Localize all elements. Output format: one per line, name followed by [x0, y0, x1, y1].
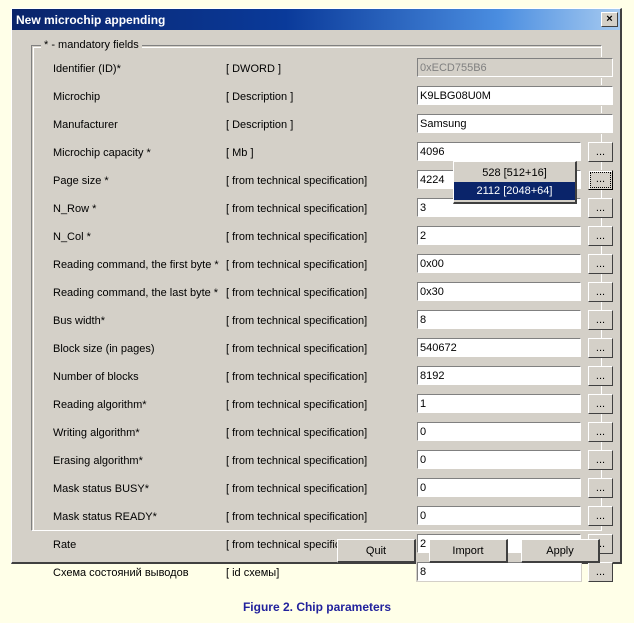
- dialog-button-bar: Quit Import Apply: [12, 539, 620, 565]
- field-row: Reading command, the last byte * [ from t…: [32, 281, 613, 309]
- field-label: Mask status BUSY*: [53, 483, 149, 495]
- dialog-window: New microchip appending × * - mandatory …: [11, 8, 622, 582]
- field-row: Reading algorithm* [ from technical speci…: [32, 393, 613, 421]
- field-label: Mask status READY*: [53, 511, 157, 523]
- field-label: Reading algorithm*: [53, 399, 147, 411]
- field-input[interactable]: [416, 225, 582, 246]
- field-unit-hint: [ from technical specification]: [226, 455, 368, 467]
- browse-ellipsis-button[interactable]: ...: [588, 254, 613, 274]
- field-label: Microchip capacity *: [53, 147, 151, 159]
- field-row: Bus width* [ from technical specification…: [32, 309, 613, 337]
- browse-ellipsis-button[interactable]: ...: [588, 170, 613, 190]
- field-label: Number of blocks: [53, 371, 139, 383]
- field-input[interactable]: [416, 309, 582, 330]
- field-input[interactable]: [416, 85, 614, 106]
- field-label: Manufacturer: [53, 119, 118, 131]
- field-row: Reading command, the first byte * [ from …: [32, 253, 613, 281]
- field-input[interactable]: [416, 421, 582, 442]
- field-input[interactable]: [416, 393, 582, 414]
- browse-ellipsis-button[interactable]: ...: [588, 478, 613, 498]
- field-unit-hint: [ from technical specification]: [226, 343, 368, 355]
- field-row: Mask status BUSY* [ from technical specif…: [32, 477, 613, 505]
- field-input[interactable]: [416, 337, 582, 358]
- field-unit-hint: [ from technical specification]: [226, 175, 368, 187]
- field-input[interactable]: [416, 449, 582, 470]
- field-input[interactable]: [416, 365, 582, 386]
- field-row: N_Col * [ from technical specification]..…: [32, 225, 613, 253]
- field-unit-hint: [ Description ]: [226, 119, 294, 131]
- field-row: Writing algorithm* [ from technical speci…: [32, 421, 613, 449]
- browse-ellipsis-button[interactable]: ...: [588, 226, 613, 246]
- field-unit-hint: [ from technical specification]: [226, 399, 368, 411]
- field-label: Writing algorithm*: [53, 427, 140, 439]
- field-row: Erasing algorithm* [ from technical speci…: [32, 449, 613, 477]
- field-unit-hint: [ from technical specification]: [226, 371, 368, 383]
- field-label: Схема состояний выводов: [53, 567, 189, 579]
- field-unit-hint: [ DWORD ]: [226, 63, 281, 75]
- field-label: Page size *: [53, 175, 109, 187]
- field-input[interactable]: [416, 141, 582, 162]
- browse-ellipsis-button[interactable]: ...: [588, 142, 613, 162]
- field-input: [416, 57, 614, 78]
- field-row: Mask status READY* [ from technical speci…: [32, 505, 613, 533]
- figure-caption: Figure 2. Chip parameters: [242, 600, 392, 614]
- field-unit-hint: [ Description ]: [226, 91, 294, 103]
- field-label: Bus width*: [53, 315, 105, 327]
- field-label: N_Col *: [53, 231, 91, 243]
- import-button[interactable]: Import: [429, 539, 508, 563]
- browse-ellipsis-button[interactable]: ...: [588, 310, 613, 330]
- field-label: Identifier (ID)*: [53, 63, 121, 75]
- page-size-dropdown-list[interactable]: 528 [512+16] 2112 [2048+64]: [453, 161, 577, 204]
- field-unit-hint: [ from technical specification]: [226, 231, 368, 243]
- field-label: Reading command, the first byte *: [53, 259, 219, 271]
- field-row: Microchip [ Description ]: [32, 85, 614, 113]
- browse-ellipsis-button[interactable]: ...: [588, 366, 613, 386]
- browse-ellipsis-button[interactable]: ...: [588, 562, 613, 582]
- quit-button[interactable]: Quit: [337, 539, 416, 563]
- field-row: Identifier (ID)* [ DWORD ]: [32, 57, 614, 85]
- field-label: Microchip: [53, 91, 101, 103]
- close-icon[interactable]: ×: [601, 12, 618, 27]
- field-label: N_Row *: [53, 203, 97, 215]
- dropdown-option[interactable]: 2112 [2048+64]: [454, 182, 575, 200]
- browse-ellipsis-button[interactable]: ...: [588, 198, 613, 218]
- field-unit-hint: [ from technical specification]: [226, 203, 368, 215]
- browse-ellipsis-button[interactable]: ...: [588, 506, 613, 526]
- field-input[interactable]: [416, 477, 582, 498]
- field-label: Erasing algorithm*: [53, 455, 143, 467]
- browse-ellipsis-button[interactable]: ...: [588, 422, 613, 442]
- field-unit-hint: [ from technical specification]: [226, 287, 368, 299]
- field-unit-hint: [ from technical specification]: [226, 427, 368, 439]
- field-input[interactable]: [416, 281, 582, 302]
- dropdown-option[interactable]: 528 [512+16]: [454, 164, 575, 182]
- field-row: Manufacturer [ Description ]: [32, 113, 614, 141]
- field-row: Схема состояний выводов [ id схемы]...: [32, 561, 613, 589]
- browse-ellipsis-button[interactable]: ...: [588, 394, 613, 414]
- field-unit-hint: [ from technical specification]: [226, 511, 368, 523]
- field-unit-hint: [ id схемы]: [226, 567, 280, 579]
- apply-button[interactable]: Apply: [521, 539, 600, 563]
- field-input[interactable]: [416, 113, 614, 134]
- field-unit-hint: [ from technical specification]: [226, 483, 368, 495]
- field-input[interactable]: [416, 253, 582, 274]
- mandatory-fields-groupbox: * - mandatory fields Identifier (ID)* [ D…: [31, 39, 614, 582]
- field-unit-hint: [ from technical specification]: [226, 315, 368, 327]
- browse-ellipsis-button[interactable]: ...: [588, 450, 613, 470]
- field-row: Block size (in pages) [ from technical sp…: [32, 337, 613, 365]
- field-input[interactable]: [416, 505, 582, 526]
- focus-ring: ...: [590, 172, 611, 188]
- field-label: Block size (in pages): [53, 343, 155, 355]
- field-row: Number of blocks [ from technical specifi…: [32, 365, 613, 393]
- browse-ellipsis-button[interactable]: ...: [588, 282, 613, 302]
- field-label: Reading command, the last byte *: [53, 287, 219, 299]
- field-unit-hint: [ Mb ]: [226, 147, 254, 159]
- field-unit-hint: [ from technical specification]: [226, 259, 368, 271]
- browse-ellipsis-button[interactable]: ...: [588, 338, 613, 358]
- window-title: New microchip appending: [16, 12, 166, 27]
- title-bar: New microchip appending ×: [12, 9, 620, 30]
- groupbox-legend: * - mandatory fields: [41, 39, 142, 51]
- field-list: Identifier (ID)* [ DWORD ] Microchip [ Desc…: [32, 57, 614, 589]
